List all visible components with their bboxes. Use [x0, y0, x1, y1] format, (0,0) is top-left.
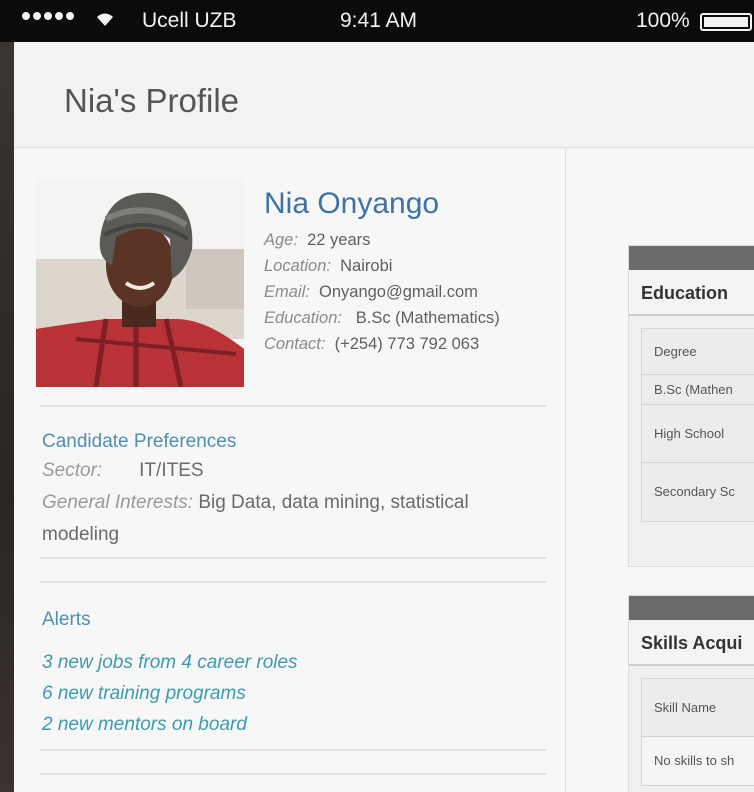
alert-new-jobs-link[interactable]: 3 new jobs from 4 career roles [42, 647, 298, 678]
education-table: Degree B.Sc (Mathen High School Secondar… [641, 328, 754, 522]
page-title: Nia's Profile [64, 82, 240, 119]
alerts-list: 3 new jobs from 4 career roles 6 new tra… [42, 647, 298, 740]
clock: 9:41 AM [340, 9, 418, 32]
skills-panel-title: Skills Acqui [629, 620, 754, 666]
skills-panel: Skills Acqui Skill Name No skills to sh [628, 595, 754, 792]
candidate-name[interactable]: Nia Onyango [264, 187, 439, 221]
panel-header-bar [629, 596, 754, 620]
profile-photo [36, 179, 244, 387]
interests-row: General Interests: Big Data, data mining… [42, 492, 469, 545]
profile-details: Age: 22 years Location: Nairobi Email: O… [264, 227, 500, 357]
page-header: Nia's Profile [14, 42, 754, 148]
email-row: Email: Onyango@gmail.com [264, 283, 478, 301]
table-row: B.Sc (Mathen [642, 375, 754, 405]
panel-header-bar [629, 246, 754, 270]
preferences-details: Sector: IT/ITES General Interests: Big D… [42, 455, 542, 551]
app-screen: Nia's Profile Nia Onyango Age: 22 years [14, 42, 754, 792]
divider [40, 405, 546, 407]
empty-state-text: No skills to sh [642, 737, 754, 785]
table-row: Secondary Sc [654, 484, 735, 499]
divider [40, 557, 546, 559]
age-row: Age: 22 years [264, 231, 371, 249]
alerts-title: Alerts [42, 609, 91, 630]
education-panel: Education Degree B.Sc (Mathen High Schoo… [628, 245, 754, 567]
battery-icon [700, 13, 752, 31]
status-bar: Ucell UZB 9:41 AM 100% [0, 0, 754, 42]
table-header-cell: Degree [642, 329, 754, 375]
education-panel-title: Education [629, 270, 754, 316]
divider [40, 581, 546, 583]
alert-mentors-link[interactable]: 2 new mentors on board [42, 709, 298, 740]
skills-table: Skill Name No skills to sh [641, 678, 754, 786]
table-header-cell: Skill Name [642, 679, 754, 737]
signal-strength-icon [22, 12, 74, 20]
divider [40, 773, 546, 775]
alert-training-link[interactable]: 6 new training programs [42, 678, 298, 709]
table-row: High School [642, 405, 754, 463]
education-row: Education: B.Sc (Mathematics) [264, 309, 500, 327]
sector-row: Sector: IT/ITES [42, 460, 204, 481]
divider [40, 749, 546, 751]
wifi-icon [97, 13, 113, 26]
location-row: Location: Nairobi [264, 257, 393, 275]
battery-percent: 100% [636, 9, 690, 32]
preferences-title: Candidate Preferences [42, 431, 237, 452]
background-frame [0, 40, 14, 792]
right-column: Education Degree B.Sc (Mathen High Schoo… [566, 149, 754, 792]
contact-row: Contact: (+254) 773 792 063 [264, 335, 480, 353]
carrier-name: Ucell UZB [142, 9, 237, 32]
profile-column: Nia Onyango Age: 22 years Location: Nair… [14, 149, 566, 792]
